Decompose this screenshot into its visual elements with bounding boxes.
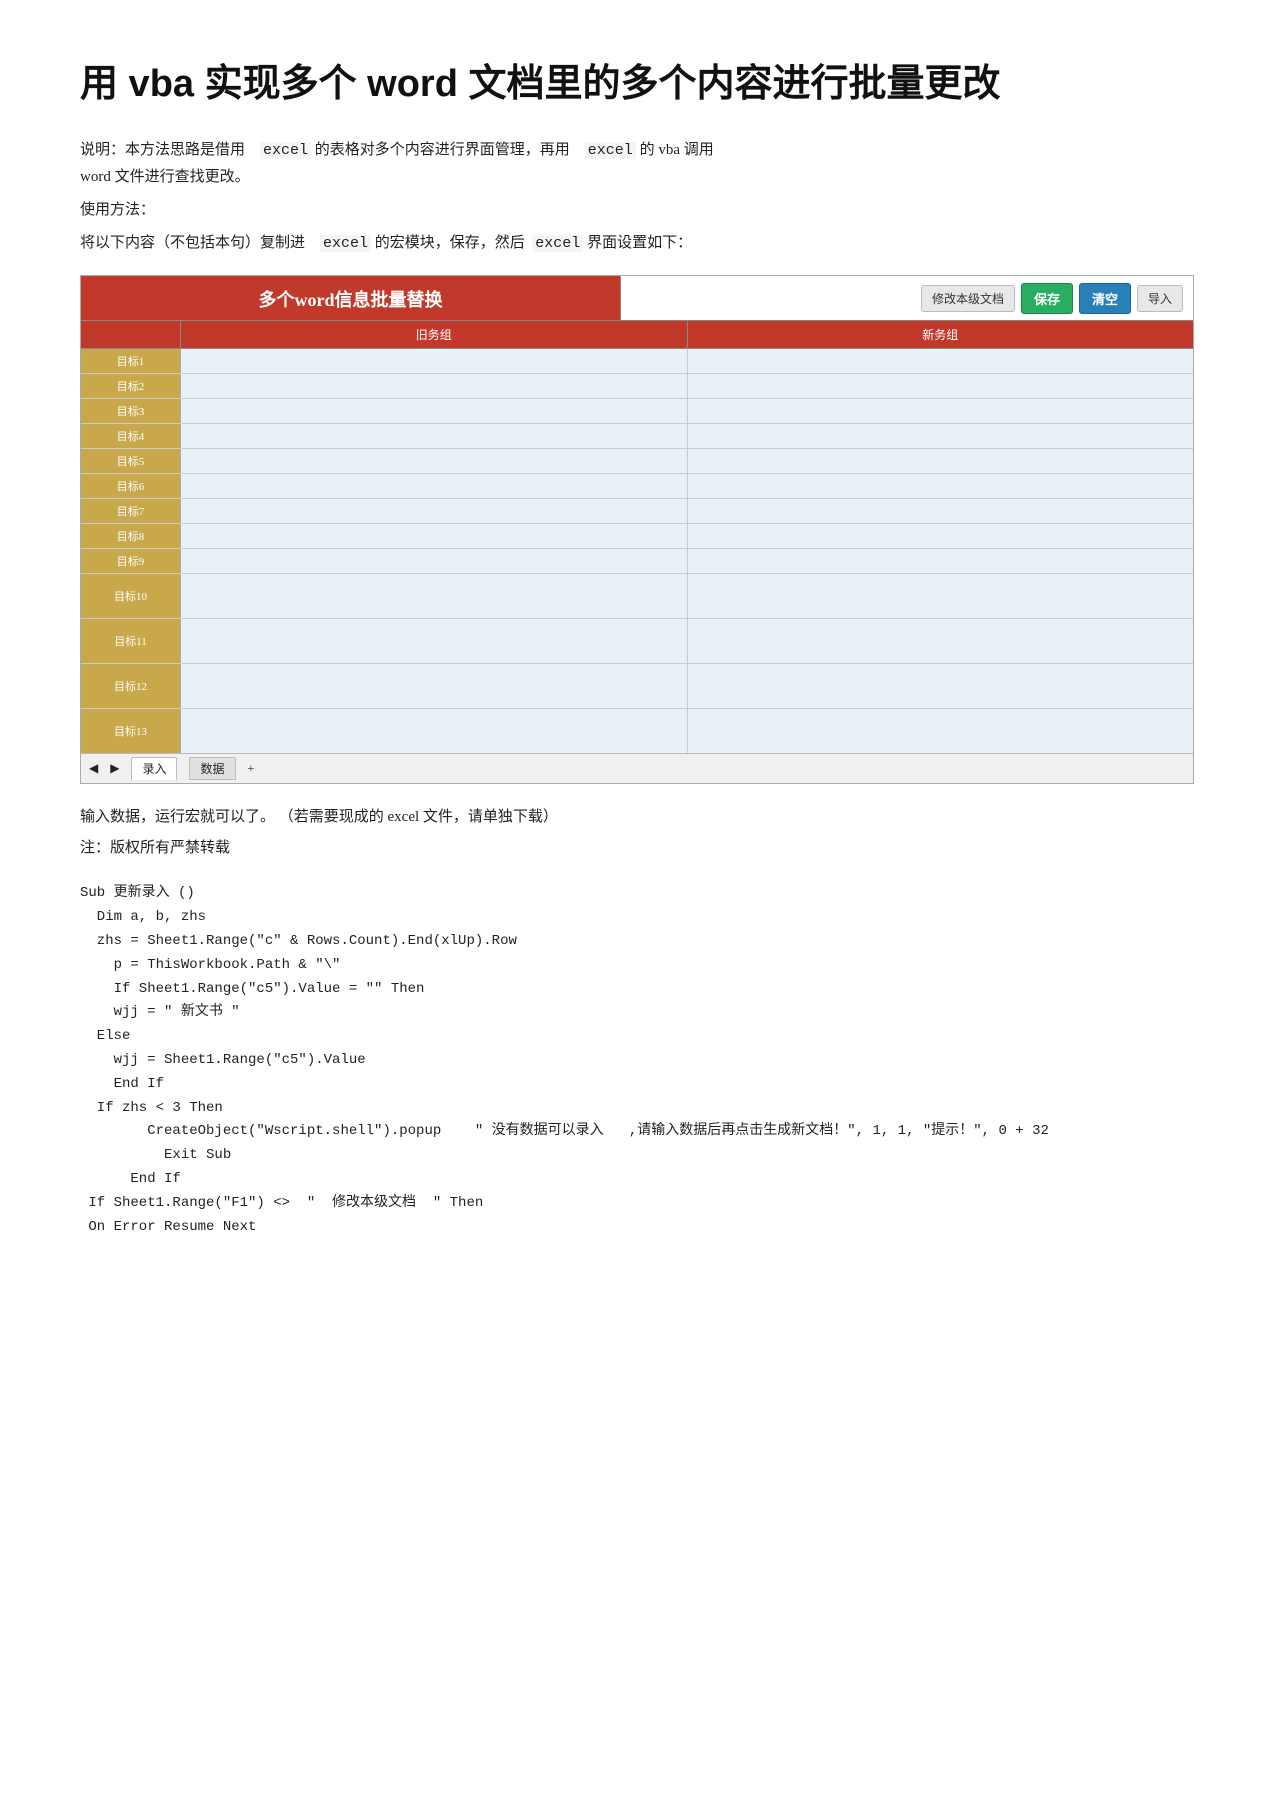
row-new-value[interactable] <box>688 424 1194 448</box>
row-new-value[interactable] <box>688 349 1194 373</box>
code-line: p = ThisWorkbook.Path & "\" <box>80 954 1194 978</box>
table-row: 目标11 <box>81 619 1193 664</box>
table-row: 目标2 <box>81 374 1193 399</box>
row-label: 目标2 <box>81 374 181 398</box>
table-row: 目标13 <box>81 709 1193 753</box>
spreadsheet-column-headers: 旧务组 新务组 <box>81 320 1193 349</box>
row-new-value[interactable] <box>688 474 1194 498</box>
code-line: If Sheet1.Range("c5").Value = "" Then <box>80 978 1194 1002</box>
code-line: End If <box>80 1168 1194 1192</box>
table-row: 目标9 <box>81 549 1193 574</box>
modify-doc-button[interactable]: 修改本级文档 <box>921 285 1015 312</box>
row-new-value[interactable] <box>688 374 1194 398</box>
code-line: On Error Resume Next <box>80 1216 1194 1240</box>
row-old-value[interactable] <box>181 709 688 753</box>
row-label: 目标10 <box>81 574 181 618</box>
table-row: 目标10 <box>81 574 1193 619</box>
row-old-value[interactable] <box>181 424 688 448</box>
row-label: 目标8 <box>81 524 181 548</box>
row-label: 目标9 <box>81 549 181 573</box>
row-label: 目标12 <box>81 664 181 708</box>
page-title: 用 vba 实现多个 word 文档里的多个内容进行批量更改 <box>80 60 1194 109</box>
save-button[interactable]: 保存 <box>1021 283 1073 314</box>
row-new-value[interactable] <box>688 449 1194 473</box>
row-new-value[interactable] <box>688 499 1194 523</box>
footer-note: 输入数据，运行宏就可以了。 （若需要现成的 excel 文件，请单独下载） <box>80 804 1194 831</box>
row-old-value[interactable] <box>181 499 688 523</box>
row-new-value[interactable] <box>688 709 1194 753</box>
row-new-value[interactable] <box>688 399 1194 423</box>
col-header-new: 新务组 <box>688 321 1194 348</box>
row-label: 目标4 <box>81 424 181 448</box>
copyright-note: 注：版权所有严禁转载 <box>80 835 1194 862</box>
row-label: 目标7 <box>81 499 181 523</box>
code-line: Else <box>80 1025 1194 1049</box>
row-label: 目标11 <box>81 619 181 663</box>
row-label: 目标13 <box>81 709 181 753</box>
row-old-value[interactable] <box>181 549 688 573</box>
row-old-value[interactable] <box>181 399 688 423</box>
row-label: 目标3 <box>81 399 181 423</box>
row-old-value[interactable] <box>181 449 688 473</box>
row-old-value[interactable] <box>181 664 688 708</box>
row-label: 目标6 <box>81 474 181 498</box>
row-old-value[interactable] <box>181 574 688 618</box>
code-line: End If <box>80 1073 1194 1097</box>
add-sheet-btn[interactable]: + <box>248 761 255 776</box>
table-row: 目标7 <box>81 499 1193 524</box>
intro-usage: 使用方法： <box>80 197 1194 224</box>
code-line: wjj = Sheet1.Range("c5").Value <box>80 1049 1194 1073</box>
col-header-label <box>81 321 181 348</box>
row-new-value[interactable] <box>688 549 1194 573</box>
intro-instruction: 将以下内容（不包括本句）复制进 excel 的宏模块，保存，然后 excel 界… <box>80 230 1194 257</box>
code-line: If zhs < 3 Then <box>80 1097 1194 1121</box>
code-line: zhs = Sheet1.Range("c" & Rows.Count).End… <box>80 930 1194 954</box>
nav-prev[interactable]: ◀ <box>89 761 98 776</box>
table-row: 目标12 <box>81 664 1193 709</box>
code-line: wjj = " 新文书 " <box>80 1001 1194 1025</box>
code-line: Dim a, b, zhs <box>80 906 1194 930</box>
clear-button[interactable]: 清空 <box>1079 283 1131 314</box>
spreadsheet-rows: 目标1 目标2 目标3 目标4 目标5 目标6 目标7 目标8 目标9 目标10 <box>81 349 1193 753</box>
vba-code-block: Sub 更新录入 () Dim a, b, zhs zhs = Sheet1.R… <box>80 882 1194 1239</box>
row-old-value[interactable] <box>181 349 688 373</box>
nav-next[interactable]: ▶ <box>110 761 119 776</box>
tab-data[interactable]: 数据 <box>189 757 235 780</box>
row-old-value[interactable] <box>181 619 688 663</box>
spreadsheet-container: 多个word信息批量替换 修改本级文档 保存 清空 导入 旧务组 新务组 目标1… <box>80 275 1194 784</box>
row-new-value[interactable] <box>688 619 1194 663</box>
tab-input[interactable]: 录入 <box>131 757 177 780</box>
spreadsheet-title: 多个word信息批量替换 <box>81 276 621 320</box>
code-line: Sub 更新录入 () <box>80 882 1194 906</box>
spreadsheet-buttons: 修改本级文档 保存 清空 导入 <box>621 276 1193 320</box>
row-new-value[interactable] <box>688 524 1194 548</box>
row-label: 目标1 <box>81 349 181 373</box>
table-row: 目标4 <box>81 424 1193 449</box>
row-old-value[interactable] <box>181 474 688 498</box>
row-old-value[interactable] <box>181 524 688 548</box>
table-row: 目标3 <box>81 399 1193 424</box>
code-line: CreateObject("Wscript.shell").popup " 没有… <box>80 1120 1194 1144</box>
table-row: 目标8 <box>81 524 1193 549</box>
code-line: Exit Sub <box>80 1144 1194 1168</box>
spreadsheet-top-bar: 多个word信息批量替换 修改本级文档 保存 清空 导入 <box>81 276 1193 320</box>
row-old-value[interactable] <box>181 374 688 398</box>
row-new-value[interactable] <box>688 574 1194 618</box>
col-header-old: 旧务组 <box>181 321 688 348</box>
spreadsheet-footer: ◀ ▶ 录入 数据 + <box>81 753 1193 783</box>
row-label: 目标5 <box>81 449 181 473</box>
intro-line1: 说明：本方法思路是借用 excel 的表格对多个内容进行界面管理，再用 exce… <box>80 137 1194 191</box>
import-button[interactable]: 导入 <box>1137 285 1183 312</box>
table-row: 目标5 <box>81 449 1193 474</box>
table-row: 目标6 <box>81 474 1193 499</box>
table-row: 目标1 <box>81 349 1193 374</box>
code-line: If Sheet1.Range("F1") <> " 修改本级文档 " Then <box>80 1192 1194 1216</box>
row-new-value[interactable] <box>688 664 1194 708</box>
